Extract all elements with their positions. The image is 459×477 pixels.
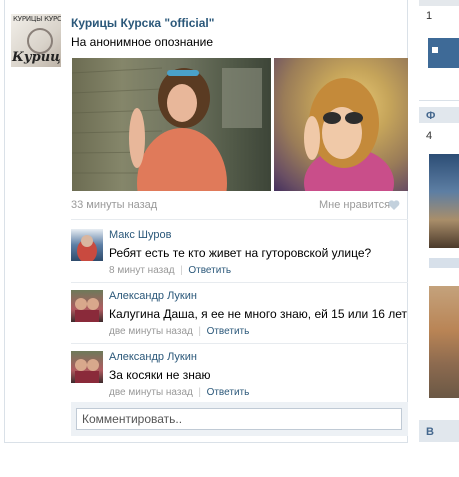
avatar-caption-top: КУРИЦЫ КУРСКА [13,15,61,23]
divider [71,282,408,283]
comment-author-link[interactable]: Александр Лукин [109,351,197,363]
avatar-image [75,298,99,322]
reply-link[interactable]: Ответить [207,387,250,398]
post-time[interactable]: 33 минуты назад [71,199,157,211]
comment-text: За косяки не знаю [109,368,211,382]
divider [71,219,408,220]
heart-icon[interactable] [388,199,400,211]
reply-link[interactable]: Ответить [207,326,250,337]
sidebar-text: 4 [426,130,433,142]
sidebar-caption [429,258,459,268]
divider [71,343,408,344]
post-photo-2[interactable] [274,58,408,191]
sidebar-header-label: Ф [426,110,436,122]
avatar-image [77,235,97,261]
sidebar-image[interactable] [428,38,459,68]
avatar-image [75,359,99,383]
post-author-link[interactable]: Курицы Курска "official" [71,16,214,30]
comment-avatar[interactable] [71,290,103,322]
comment-time[interactable]: 8 минут назад [109,265,175,276]
group-avatar[interactable]: КУРИЦЫ КУРСКА Курицы [11,14,61,67]
post-text: На анонимное опознание [71,35,214,49]
avatar-caption-bottom: Курицы [12,50,61,65]
reply-link[interactable]: Ответить [188,265,231,276]
comment-meta: 8 минут назад | Ответить [109,265,231,276]
photo-1-image [72,67,262,191]
comment-text: Калугина Даша, я ее не много знаю, ей 15… [109,307,408,321]
comment-input[interactable]: Комментировать.. [76,408,402,430]
sidebar-header-label: В [426,426,434,438]
sidebar-text: 1 [426,10,433,22]
like-button[interactable]: Мне нравится [319,199,390,211]
divider [419,100,459,101]
comment-avatar[interactable] [71,351,103,383]
sidebar-ad-image-1[interactable] [429,154,459,248]
comment-time[interactable]: две минуты назад [109,326,193,337]
sidebar-header [419,420,459,442]
photo-2-image [304,78,394,191]
meta-separator: | [177,265,186,276]
comment-author-link[interactable]: Макс Шуров [109,229,171,241]
comment-avatar[interactable] [71,229,103,261]
sidebar-header [419,107,459,123]
post-photo-1[interactable] [72,58,271,191]
comment-time[interactable]: две минуты назад [109,387,193,398]
sidebar-top-border [419,0,459,6]
sidebar-ad-image-2[interactable] [429,286,459,398]
comment-meta: две минуты назад | Ответить [109,326,249,337]
sidebar-mark [432,47,438,53]
comment-text: Ребят есть те кто живет на гуторовской у… [109,246,372,260]
comment-author-link[interactable]: Александр Лукин [109,290,197,302]
meta-separator: | [195,326,204,337]
meta-separator: | [195,387,204,398]
comment-meta: две минуты назад | Ответить [109,387,249,398]
